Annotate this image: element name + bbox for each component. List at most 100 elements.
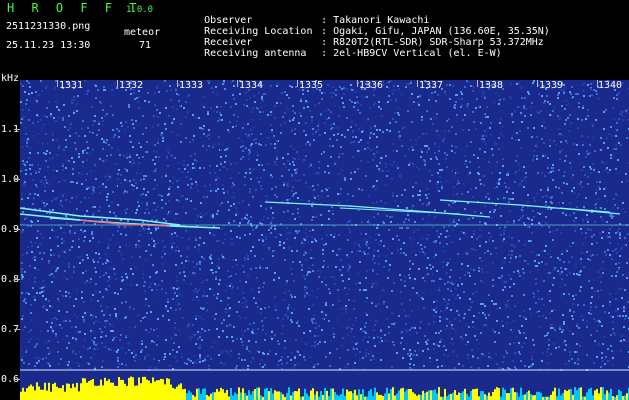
noise-pixel [78,172,80,174]
noise-pixel [530,114,532,116]
noise-pixel [187,247,189,249]
histogram-bar [292,392,294,400]
noise-pixel [385,163,387,165]
noise-pixel [48,262,50,264]
noise-pixel [225,308,227,310]
noise-pixel [536,158,538,160]
noise-pixel [335,94,337,96]
noise-pixel [181,353,183,355]
noise-pixel [65,361,67,363]
noise-pixel [328,210,330,212]
noise-pixel [51,229,53,231]
noise-pixel [397,249,399,251]
histogram-bar [436,393,438,400]
noise-pixel [312,185,314,187]
noise-pixel [429,170,431,172]
noise-pixel [23,153,25,155]
noise-pixel [610,126,612,128]
noise-pixel [270,336,272,338]
noise-pixel [359,246,361,248]
noise-pixel [188,260,190,262]
noise-pixel [26,140,28,142]
noise-pixel [113,268,115,270]
noise-pixel [458,363,460,365]
noise-pixel [161,256,163,258]
noise-pixel [411,103,413,105]
noise-pixel [78,153,80,155]
noise-pixel [428,193,430,195]
noise-pixel [94,115,96,117]
noise-pixel [514,181,516,183]
noise-pixel [245,172,247,174]
noise-pixel [575,217,577,219]
noise-pixel [512,360,514,362]
noise-pixel [595,203,597,205]
noise-pixel [409,349,411,351]
noise-pixel [224,149,226,151]
noise-pixel [475,107,477,109]
noise-pixel [520,147,522,149]
noise-pixel [261,164,263,166]
noise-pixel [317,288,319,290]
noise-pixel [358,188,360,190]
noise-pixel [131,184,133,186]
noise-pixel [607,249,609,251]
noise-pixel [529,308,531,310]
noise-pixel [425,133,427,135]
noise-pixel [311,205,313,207]
noise-pixel [352,130,354,132]
noise-pixel [50,115,52,117]
noise-pixel [444,152,446,154]
noise-pixel [463,291,465,293]
noise-pixel [37,164,39,166]
noise-pixel [210,258,212,260]
noise-pixel [615,148,617,150]
noise-pixel [507,367,509,369]
noise-pixel [563,175,565,177]
noise-pixel [376,227,378,229]
noise-pixel [589,166,591,168]
noise-pixel [469,161,471,163]
noise-pixel [357,109,359,111]
histogram-bar [258,387,260,400]
noise-pixel [44,176,46,178]
noise-pixel [192,261,194,263]
noise-pixel [347,256,349,258]
noise-pixel [287,316,289,318]
noise-pixel [436,230,438,232]
noise-pixel [92,186,94,188]
noise-pixel [458,314,460,316]
noise-pixel [541,298,543,300]
noise-pixel [21,193,23,195]
histogram-bar [202,388,204,400]
noise-pixel [587,84,589,86]
noise-pixel [89,240,91,242]
histogram-bar [46,390,48,400]
noise-pixel [99,192,101,194]
noise-pixel [603,128,605,130]
noise-pixel [156,271,158,273]
noise-pixel [230,230,232,232]
histogram-bar [290,395,292,400]
noise-pixel [274,305,276,307]
noise-pixel [313,366,315,368]
noise-pixel [540,189,542,191]
noise-pixel [563,293,565,295]
noise-pixel [443,250,445,252]
noise-pixel [215,86,217,88]
x-tick-mark [117,80,118,87]
noise-pixel [223,319,225,321]
noise-pixel [305,100,307,102]
info-value: 2el-HB9CV Vertical (el. E-W) [333,48,502,59]
noise-pixel [409,97,411,99]
histogram-bar [320,391,322,400]
noise-pixel [498,277,500,279]
noise-pixel [86,254,88,256]
noise-pixel [105,262,107,264]
noise-pixel [224,88,226,90]
noise-pixel [211,346,213,348]
noise-pixel [230,275,232,277]
noise-pixel [365,289,367,291]
noise-pixel [150,283,152,285]
noise-pixel [470,216,472,218]
